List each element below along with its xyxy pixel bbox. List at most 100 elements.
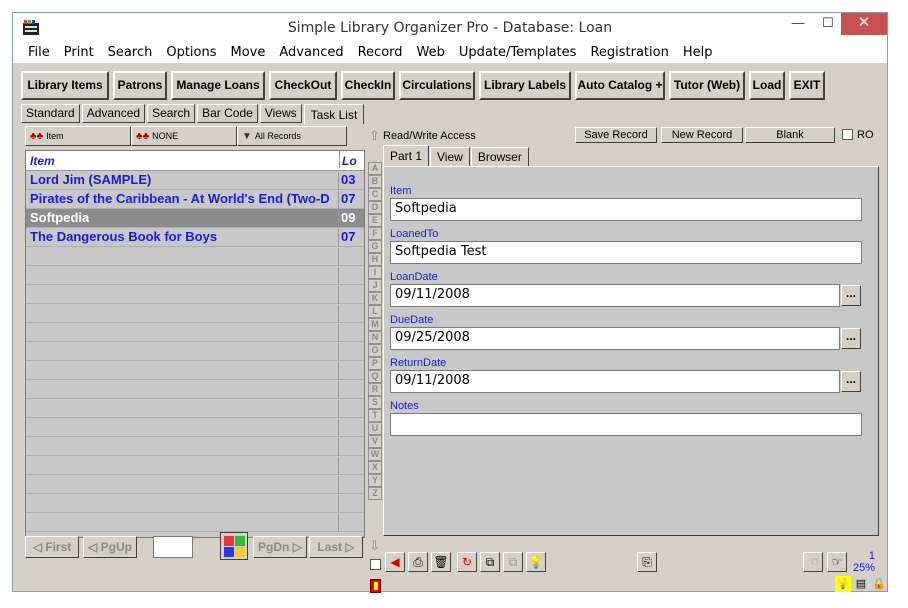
menu-options[interactable]: Options xyxy=(159,43,223,63)
toolbar-manage-loans-button[interactable]: Manage Loans xyxy=(171,71,265,100)
copy-record-icon[interactable]: ⧉ xyxy=(480,552,500,572)
empty-row[interactable] xyxy=(26,304,364,323)
returndate-picker-button[interactable]: ... xyxy=(841,371,861,392)
loandate-picker-button[interactable]: ... xyxy=(841,285,861,306)
alpha-d-button[interactable]: D xyxy=(368,201,382,214)
save-record-button[interactable]: Save Record xyxy=(575,127,657,143)
alpha-c-button[interactable]: C xyxy=(368,188,382,201)
alpha-w-button[interactable]: W xyxy=(368,448,382,461)
lightbulb-icon[interactable]: 💡 xyxy=(526,552,546,572)
alpha-h-button[interactable]: H xyxy=(368,253,382,266)
table-row[interactable]: Softpedia 09 xyxy=(26,209,364,228)
menu-advanced[interactable]: Advanced xyxy=(272,43,350,63)
alpha-x-button[interactable]: X xyxy=(368,461,382,474)
first-button[interactable]: ◁ First xyxy=(25,536,79,558)
read-only-checkbox[interactable] xyxy=(842,129,853,140)
new-record-button[interactable]: New Record xyxy=(661,127,743,143)
empty-row[interactable] xyxy=(26,513,364,532)
toolbar-checkin-button[interactable]: CheckIn xyxy=(341,71,395,100)
empty-row[interactable] xyxy=(26,399,364,418)
empty-row[interactable] xyxy=(26,266,364,285)
tab-browser[interactable]: Browser xyxy=(470,147,529,166)
records-grid[interactable]: Item Lo Lord Jim (SAMPLE) 03 Pirates of th… xyxy=(25,150,365,538)
tab-task-list[interactable]: Task List xyxy=(303,104,365,124)
empty-row[interactable] xyxy=(26,247,364,266)
empty-row[interactable] xyxy=(26,380,364,399)
duedate-field[interactable]: 09/25/2008 xyxy=(390,327,840,350)
alpha-z-button[interactable]: Z xyxy=(368,487,382,500)
filter-value-button[interactable]: ♣♣ NONE xyxy=(131,126,237,146)
alpha-q-button[interactable]: Q xyxy=(368,370,382,383)
close-button[interactable]: ✕ xyxy=(841,13,887,35)
print-icon[interactable]: ⎙ xyxy=(408,552,428,572)
alpha-i-button[interactable]: I xyxy=(368,266,382,279)
database-icon[interactable] xyxy=(220,532,248,560)
alpha-o-button[interactable]: O xyxy=(368,344,382,357)
documents-icon[interactable]: ▤ xyxy=(853,576,869,592)
table-row[interactable]: The Dangerous Book for Boys 07 xyxy=(26,228,364,247)
toolbar-circulations-button[interactable]: Circulations xyxy=(399,71,475,100)
toolbar-checkout-button[interactable]: CheckOut xyxy=(269,71,337,100)
alpha-m-button[interactable]: M xyxy=(368,318,382,331)
filter-field-button[interactable]: ♣♣ Item xyxy=(25,126,131,146)
tab-standard[interactable]: Standard xyxy=(21,104,80,123)
alpha-t-button[interactable]: T xyxy=(368,409,382,422)
export-icon[interactable]: ⎘ xyxy=(637,552,657,572)
alpha-p-button[interactable]: P xyxy=(368,357,382,370)
empty-row[interactable] xyxy=(26,437,364,456)
maximize-button[interactable]: ☐ xyxy=(813,13,843,35)
toolbar-library-items-button[interactable]: Library Items xyxy=(21,71,109,100)
empty-row[interactable] xyxy=(26,361,364,380)
hand-left-icon[interactable]: ☜ xyxy=(803,552,823,572)
menu-update-templates[interactable]: Update/Templates xyxy=(452,43,584,63)
flag-icon[interactable] xyxy=(370,579,381,593)
loanedto-field[interactable]: Softpedia Test xyxy=(390,241,862,264)
table-row[interactable]: Pirates of the Caribbean - At World's En… xyxy=(26,190,364,209)
toolbar-exit-button[interactable]: EXIT xyxy=(789,71,825,100)
tab-view[interactable]: View xyxy=(430,147,470,166)
alpha-j-button[interactable]: J xyxy=(368,279,382,292)
empty-row[interactable] xyxy=(26,418,364,437)
empty-row[interactable] xyxy=(26,475,364,494)
hint-icon[interactable]: 💡 xyxy=(835,576,851,592)
empty-row[interactable] xyxy=(26,494,364,513)
alpha-l-button[interactable]: L xyxy=(368,305,382,318)
menu-move[interactable]: Move xyxy=(224,43,273,63)
alpha-g-button[interactable]: G xyxy=(368,240,382,253)
refresh-icon[interactable]: ↻ xyxy=(457,552,477,572)
back-arrow-icon[interactable]: ◀ xyxy=(385,552,405,572)
menu-file[interactable]: File xyxy=(21,43,57,63)
alpha-e-button[interactable]: E xyxy=(368,214,382,227)
column-header-loan[interactable]: Lo xyxy=(339,151,357,168)
alpha-v-button[interactable]: V xyxy=(368,435,382,448)
minimize-button[interactable]: — xyxy=(783,13,813,35)
toolbar-library-labels-button[interactable]: Library Labels xyxy=(479,71,571,100)
paste-record-icon[interactable]: ⧉ xyxy=(503,552,523,572)
menu-help[interactable]: Help xyxy=(676,43,720,63)
item-field[interactable]: Softpedia xyxy=(390,198,862,221)
table-row[interactable]: Lord Jim (SAMPLE) 03 xyxy=(26,171,364,190)
tab-views[interactable]: Views xyxy=(259,104,302,123)
notes-field[interactable] xyxy=(390,413,862,436)
filter-records-button[interactable]: ▼ All Records xyxy=(237,126,347,146)
hand-right-icon[interactable]: ☞ xyxy=(827,552,847,572)
menu-web[interactable]: Web xyxy=(410,43,452,63)
toolbar-patrons-button[interactable]: Patrons xyxy=(113,71,167,100)
menu-search[interactable]: Search xyxy=(101,43,160,63)
menu-print[interactable]: Print xyxy=(57,43,101,63)
menu-record[interactable]: Record xyxy=(351,43,410,63)
toolbar-tutor-web-button[interactable]: Tutor (Web) xyxy=(669,71,745,100)
last-button[interactable]: Last ▷ xyxy=(309,536,363,558)
pgup-button[interactable]: ◁ PgUp xyxy=(83,536,137,558)
page-input[interactable] xyxy=(153,536,193,558)
column-header-item[interactable]: Item xyxy=(30,154,55,168)
alpha-b-button[interactable]: B xyxy=(368,175,382,188)
alpha-r-button[interactable]: R xyxy=(368,383,382,396)
duedate-picker-button[interactable]: ... xyxy=(841,328,861,349)
alpha-s-button[interactable]: S xyxy=(368,396,382,409)
arrow-down-icon[interactable]: ⇩ xyxy=(369,538,380,554)
tab-bar-code[interactable]: Bar Code xyxy=(197,104,258,123)
loandate-field[interactable]: 09/11/2008 xyxy=(390,284,840,307)
alpha-a-button[interactable]: A xyxy=(368,162,382,175)
toolbar-load-button[interactable]: Load xyxy=(749,71,785,100)
